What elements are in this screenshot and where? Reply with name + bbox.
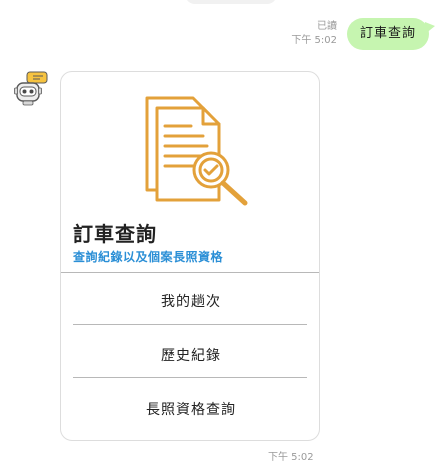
card-subtitle: 查詢紀錄以及個案長照資格 [73, 250, 224, 264]
divider [61, 272, 319, 273]
divider [73, 377, 307, 378]
outgoing-message-meta: 已讀 下午 5:02 [291, 20, 337, 48]
chat-view: 已讀 下午 5:02 訂車查詢 訂車查詢 查詢紀錄以及個案長照資格 我的趟次 歷… [0, 0, 441, 468]
ltc-eligibility-query-button[interactable]: 長照資格查詢 [61, 390, 319, 430]
previous-message-bubble [185, 0, 277, 4]
document-search-icon [145, 96, 248, 206]
outgoing-timestamp: 下午 5:02 [291, 35, 337, 46]
outgoing-message-bubble: 訂車查詢 [346, 18, 436, 50]
divider [73, 324, 307, 325]
outgoing-message-text: 訂車查詢 [359, 26, 416, 41]
card-title: 訂車查詢 [73, 222, 157, 246]
read-status: 已讀 [317, 21, 337, 32]
order-query-card: 訂車查詢 查詢紀錄以及個案長照資格 我的趟次 歷史紀錄 長照資格查詢 [60, 71, 320, 441]
bot-avatar-icon[interactable] [14, 70, 48, 108]
incoming-timestamp: 下午 5:02 [268, 452, 314, 463]
my-trips-button[interactable]: 我的趟次 [61, 282, 319, 322]
history-button[interactable]: 歷史紀錄 [61, 336, 319, 376]
